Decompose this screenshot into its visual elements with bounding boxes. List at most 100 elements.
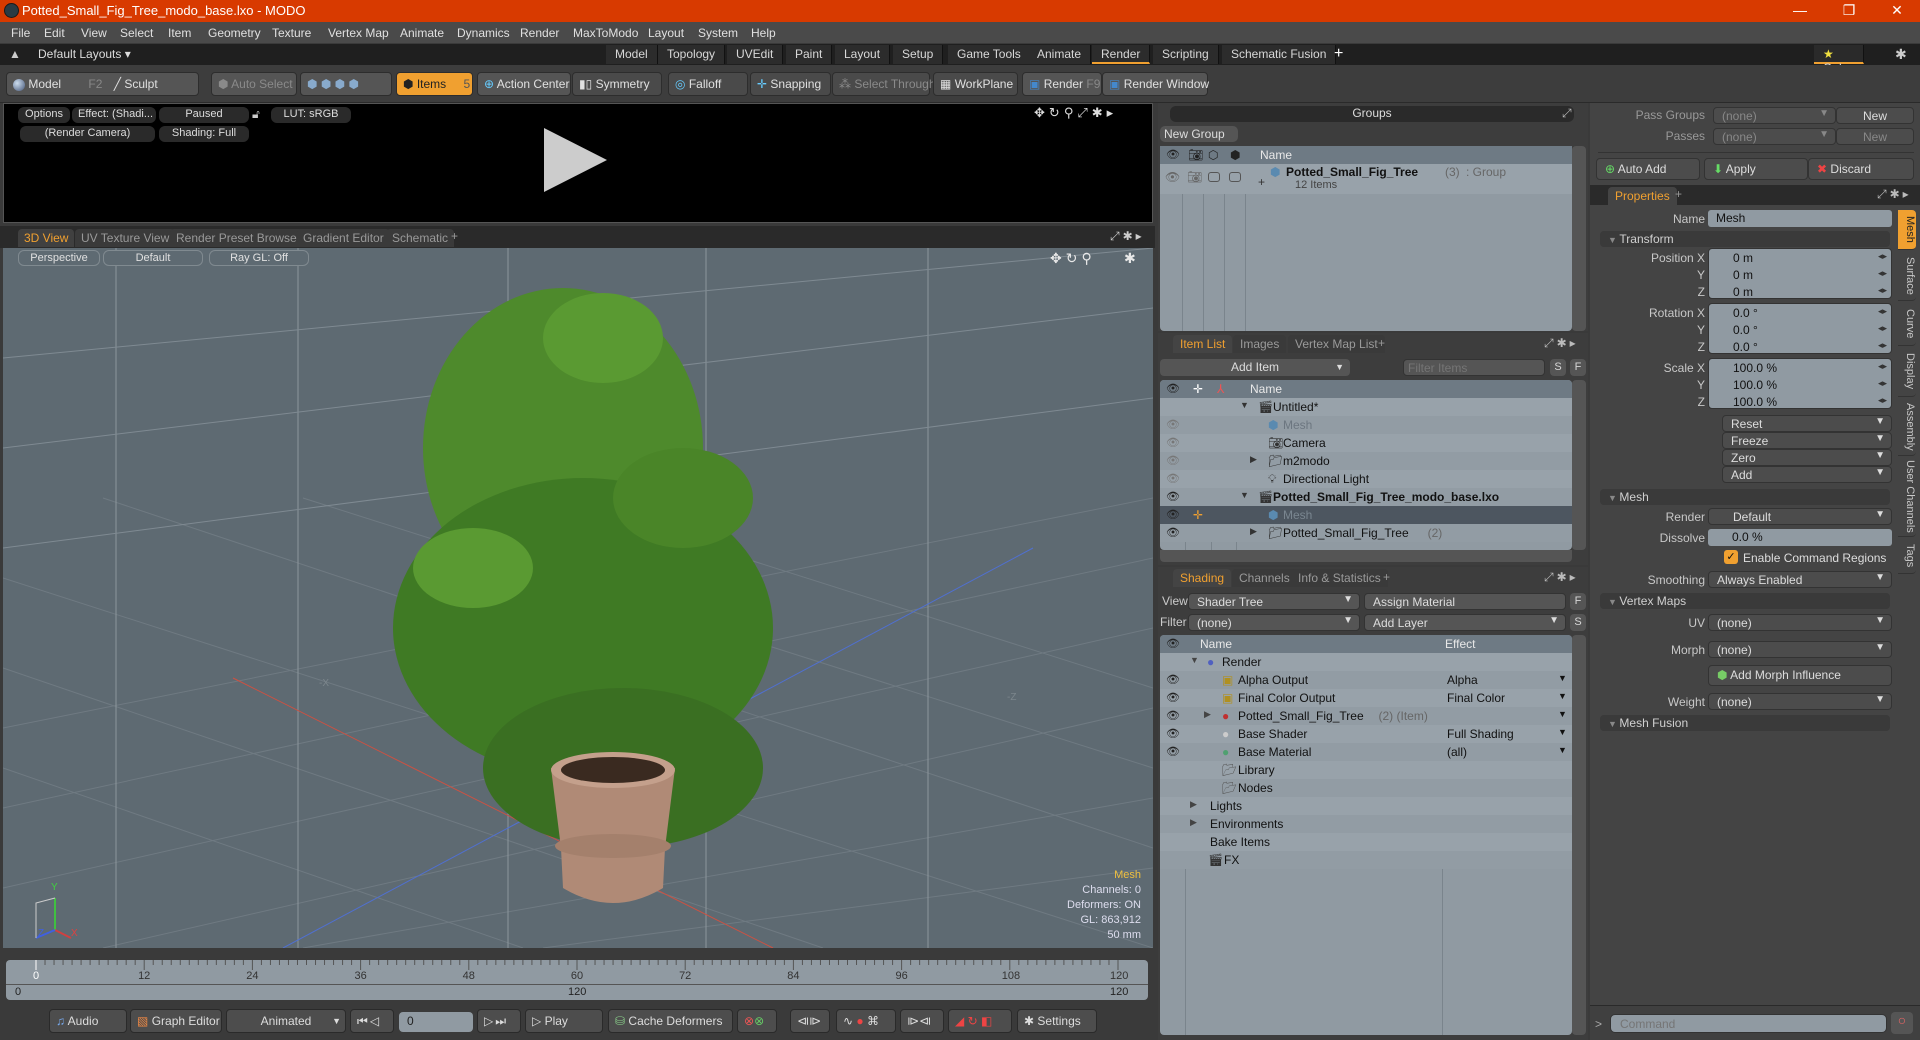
scale-x-field[interactable]: 100.0 %	[1733, 361, 1777, 375]
shader-tree-row[interactable]: ▼ ● Render	[1160, 653, 1572, 671]
add-item-button[interactable]: Add Item ▼	[1160, 359, 1350, 376]
menu-select[interactable]: Select	[120, 26, 153, 40]
mesh-section[interactable]: ▼ Mesh	[1600, 489, 1890, 505]
apply-button[interactable]: ⬇ Apply	[1704, 158, 1808, 180]
record-macro-icon[interactable]: ○	[1891, 1012, 1913, 1034]
minimize-button[interactable]: —	[1785, 2, 1815, 18]
side-tab-tags[interactable]: Tags	[1898, 538, 1916, 574]
shading-style-dropdown[interactable]: Default	[103, 250, 203, 266]
step-forward-icon[interactable]: ▷	[484, 1014, 495, 1028]
effect-dropdown-icon[interactable]: ▼	[1558, 745, 1567, 755]
menu-file[interactable]: File	[11, 26, 30, 40]
drag-handle-icon[interactable]: ◂▸	[1878, 251, 1887, 262]
item-list-row[interactable]: 👁︎ ▶ 📁︎ Potted_Small_Fig_Tree (2)	[1160, 524, 1572, 542]
tab-gradient-editor[interactable]: Gradient Editor	[297, 229, 390, 247]
workplane-button[interactable]: ▦ WorkPlane	[933, 72, 1018, 96]
menu-system[interactable]: System	[698, 26, 738, 40]
morph-dropdown[interactable]: (none) ▼	[1708, 641, 1892, 658]
f-button[interactable]: F	[1570, 359, 1586, 376]
gear-icon[interactable]: ✱	[1092, 105, 1107, 120]
side-tab-display[interactable]: Display	[1898, 347, 1916, 397]
lock-icon[interactable]: 🔓︎	[252, 107, 260, 122]
drag-handle-icon[interactable]: ◂▸	[1878, 306, 1887, 317]
next-key-icon[interactable]: ⧐	[809, 1014, 821, 1028]
add-view-tab-button[interactable]: +	[451, 229, 458, 243]
menu-layout[interactable]: Layout	[648, 26, 684, 40]
viewport-settings-icon[interactable]: ✱	[1124, 250, 1136, 267]
select-through-button[interactable]: ⁂ Select Through	[832, 72, 936, 96]
layout-tab-animate[interactable]: Animate	[1028, 45, 1092, 64]
rotation-z-field[interactable]: 0.0 °	[1733, 340, 1758, 354]
effect-value[interactable]: Full Shading	[1447, 727, 1514, 741]
effect-dropdown-icon[interactable]: ▼	[1558, 691, 1567, 701]
new-pass-button[interactable]: New	[1836, 128, 1914, 145]
key-tool-3-icon[interactable]: ◧	[981, 1014, 992, 1028]
expand-arrow-icon[interactable]: ▶	[1204, 709, 1211, 720]
tab-images[interactable]: Images	[1233, 335, 1287, 353]
gear-icon[interactable]: ✱	[1123, 229, 1136, 243]
item-list-row[interactable]: 👁︎ ▶ 📁︎ m2modo	[1160, 452, 1572, 470]
lut-dropdown[interactable]: LUT: sRGB	[271, 107, 351, 123]
layout-tab-scripting[interactable]: Scripting	[1153, 45, 1219, 64]
expand-arrow-icon[interactable]: ▸	[1107, 105, 1118, 120]
item-list-row[interactable]: ▼ 🎬︎ Untitled*	[1160, 398, 1572, 416]
effect-value[interactable]: Final Color	[1447, 691, 1505, 705]
drag-handle-icon[interactable]: ◂▸	[1878, 268, 1887, 279]
side-tab-assembly[interactable]: Assembly	[1898, 398, 1916, 456]
item-list-scrollbar[interactable]	[1572, 380, 1586, 550]
drag-handle-icon[interactable]: ◂▸	[1878, 395, 1887, 406]
layout-tab-schematic-fusion[interactable]: Schematic Fusion	[1222, 45, 1337, 64]
current-frame-input[interactable]: 0	[399, 1012, 473, 1032]
visibility-icon[interactable]: 👁︎	[1166, 526, 1180, 539]
shader-tree-row[interactable]: 👁︎ ● Base Shader Full Shading ▼	[1160, 725, 1572, 743]
selection-mode-group[interactable]: ⬢ ⬢ ⬢ ⬢	[300, 72, 392, 96]
menu-texture[interactable]: Texture	[272, 26, 311, 40]
tab-shading[interactable]: Shading	[1173, 569, 1232, 587]
render-options-button[interactable]: Options	[18, 107, 70, 123]
maximize-button[interactable]: ❐	[1834, 2, 1864, 19]
transform-section[interactable]: ▼ Transform	[1600, 231, 1890, 247]
rotate-icon[interactable]: ↻	[1049, 105, 1064, 120]
visibility-icon[interactable]: 👁︎	[1166, 418, 1180, 431]
shader-tree-row[interactable]: 🎬︎ FX	[1160, 851, 1572, 869]
only-toggle[interactable]: ★ Only	[1814, 45, 1864, 75]
perspective-dropdown[interactable]: Perspective	[18, 250, 100, 266]
f-button[interactable]: F	[1570, 593, 1586, 610]
item-list-row[interactable]: 👁︎ 📷︎ Camera	[1160, 434, 1572, 452]
visibility-icon[interactable]: 👁︎	[1166, 490, 1180, 503]
menu-vertex-map[interactable]: Vertex Map	[328, 26, 389, 40]
collapse-icon[interactable]: ▲	[9, 47, 21, 61]
effect-value[interactable]: Alpha	[1447, 673, 1478, 687]
item-list-row[interactable]: 👁︎ ▼ 🎬︎ Potted_Small_Fig_Tree_modo_base.lxo	[1160, 488, 1572, 506]
filter-dropdown[interactable]: (none) ▼	[1188, 614, 1360, 631]
menu-edit[interactable]: Edit	[44, 26, 65, 40]
prev-key-icon[interactable]: ⧏	[797, 1014, 809, 1028]
position-y-field[interactable]: 0 m	[1733, 268, 1753, 282]
effect-dropdown-icon[interactable]: ▼	[1558, 727, 1567, 737]
polygon-mode-icon[interactable]: ⬢	[335, 77, 345, 91]
new-pass-group-button[interactable]: New	[1836, 107, 1914, 124]
scale-z-field[interactable]: 100.0 %	[1733, 395, 1777, 409]
render-icon[interactable]: 📷︎	[1187, 170, 1202, 184]
items-mode-button[interactable]: ⬢ Items 5	[396, 72, 473, 96]
gear-icon[interactable]: ✱	[1557, 336, 1570, 350]
render-camera-dropdown[interactable]: (Render Camera)	[20, 126, 155, 142]
shader-tree-row[interactable]: 👁︎ ▶ ● Potted_Small_Fig_Tree (2) (Item) ▼	[1160, 707, 1572, 725]
command-input[interactable]	[1610, 1014, 1887, 1033]
smoothing-dropdown[interactable]: Always Enabled ▼	[1708, 571, 1892, 588]
material-mode-icon[interactable]: ⬢	[348, 77, 358, 91]
expand-arrow-icon[interactable]: ▶	[1190, 817, 1197, 828]
tab-properties[interactable]: Properties	[1608, 187, 1677, 205]
tab-item-list[interactable]: Item List	[1173, 335, 1233, 353]
drag-handle-icon[interactable]: ◂▸	[1878, 340, 1887, 351]
tab-3d-view[interactable]: 3D View	[18, 229, 75, 247]
step-back-icon[interactable]: ◁	[370, 1014, 381, 1028]
name-field[interactable]: Mesh	[1708, 210, 1892, 227]
visibility-icon[interactable]: 👁︎	[1166, 454, 1180, 467]
render-paused-toggle[interactable]: Paused	[159, 107, 249, 123]
dissolve-field[interactable]: 0.0 %	[1708, 529, 1892, 546]
tab-uv-texture-view[interactable]: UV Texture View	[75, 229, 176, 247]
shader-tree-row[interactable]: 👁︎ ▣ Alpha Output Alpha ▼	[1160, 671, 1572, 689]
tab-channels[interactable]: Channels	[1232, 569, 1297, 587]
item-list-row[interactable]: 👁︎ ✛ ⬢ Mesh	[1160, 506, 1572, 524]
